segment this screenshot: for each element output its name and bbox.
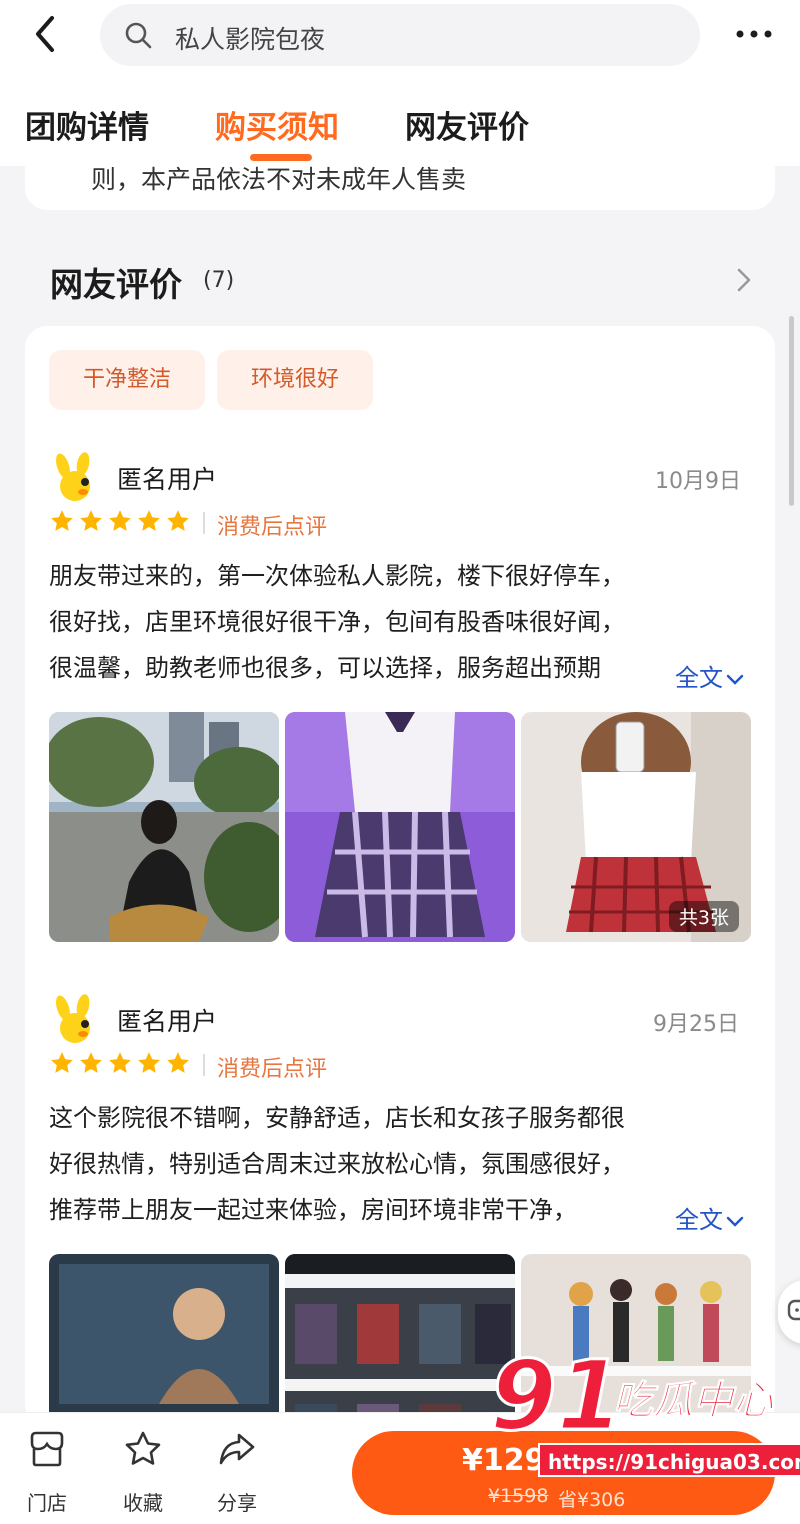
top-bar: 私人影院包夜 <box>0 0 800 70</box>
tab-deal-details[interactable]: 团购详情 <box>25 102 149 147</box>
reviews-count: (7) <box>203 268 235 293</box>
purchase-notes-text: 则，本产品依法不对未成年人售卖 <box>91 166 467 194</box>
review-text-line: 很温馨，助教老师也很多，可以选择，服务超出预期 <box>49 654 601 682</box>
search-bar[interactable]: 私人影院包夜 <box>100 4 700 66</box>
watermark-name: 吃瓜中心 <box>613 1378 774 1425</box>
review-photo[interactable] <box>285 712 515 942</box>
star-icon <box>51 1052 73 1073</box>
purchase-notes-card: 则，本产品依法不对未成年人售卖 <box>25 166 775 210</box>
full-text-link[interactable]: 全文 <box>669 1200 744 1235</box>
star-icon <box>51 510 73 531</box>
star-icon <box>125 1431 161 1465</box>
nav-store[interactable]: 门店 <box>12 1429 82 1519</box>
star-icon <box>167 1052 189 1073</box>
review-username: 匿名用户 <box>117 1007 218 1036</box>
more-button[interactable] <box>734 24 774 44</box>
watermark: 91 吃瓜中心 https://91chigua03.com <box>480 1339 800 1490</box>
scrollbar[interactable] <box>789 316 794 506</box>
star-icon <box>109 1052 131 1073</box>
nav-share[interactable]: 分享 <box>202 1429 272 1519</box>
review-text-line: 很好找，店里环境很好很干净，包间有股香味很好闻， <box>49 608 625 636</box>
review-text-line: 好很热情，特别适合周末过来放松心情，氛围感很好， <box>49 1150 625 1178</box>
review-badge: 消费后点评 <box>217 1057 328 1082</box>
star-icon <box>167 510 189 531</box>
search-text: 私人影院包夜 <box>175 25 326 54</box>
review-text-line: 推荐带上朋友一起过来体验，房间环境非常干净， <box>49 1196 577 1224</box>
chevron-down-icon <box>726 674 744 685</box>
review-text-line: 朋友带过来的，第一次体验私人影院，楼下很好停车， <box>49 562 625 590</box>
avatar <box>56 994 90 1043</box>
full-text-link[interactable]: 全文 <box>669 658 744 693</box>
reviews-title[interactable]: 网友评价 <box>50 258 182 306</box>
review-text-line: 这个影院很不错啊，安静舒适，店长和女孩子服务都很 <box>49 1104 625 1132</box>
store-icon <box>30 1431 64 1467</box>
review-date: 10月9日 <box>655 469 741 494</box>
review-photo[interactable]: 共3张 <box>521 712 751 942</box>
photo-outdoor-image <box>49 712 279 942</box>
avatar <box>56 452 90 501</box>
review-photo[interactable] <box>49 1254 279 1426</box>
tab-bar: 团购详情 购买须知 网友评价 <box>0 70 800 166</box>
tab-reviews[interactable]: 网友评价 <box>405 102 529 147</box>
star-icon <box>80 1052 102 1073</box>
full-text-label: 全文 <box>675 1206 723 1234</box>
nav-label: 分享 <box>217 1491 257 1515</box>
chevron-down-icon <box>726 1216 744 1227</box>
search-icon <box>125 22 152 49</box>
watermark-number: 91 <box>489 1339 626 1454</box>
reviews-card: 干净整洁 环境很好 匿名用户 10月9日 消费后点评 朋友带过来的，第一次体验私… <box>25 326 775 1426</box>
watermark-url: https://91chigua03.com <box>538 1443 800 1477</box>
back-button[interactable] <box>28 14 64 54</box>
share-icon <box>219 1433 255 1465</box>
star-icon <box>138 510 160 531</box>
review-badge: 消费后点评 <box>217 515 328 540</box>
nav-label: 门店 <box>27 1491 67 1515</box>
review-date: 9月25日 <box>653 1012 739 1037</box>
chat-icon <box>787 1299 800 1321</box>
chevron-right-icon[interactable] <box>735 266 753 294</box>
review-username: 匿名用户 <box>117 465 218 494</box>
review-tag[interactable]: 环境很好 <box>217 350 373 410</box>
tab-purchase-notes[interactable]: 购买须知 <box>215 102 339 147</box>
full-text-label: 全文 <box>675 664 723 692</box>
star-rating <box>49 508 191 534</box>
nav-favorite[interactable]: 收藏 <box>108 1429 178 1519</box>
divider <box>203 512 205 534</box>
review-tag[interactable]: 干净整洁 <box>49 350 205 410</box>
chevron-left-icon <box>36 16 54 52</box>
chat-button[interactable] <box>778 1280 800 1344</box>
more-dots-icon <box>736 30 772 38</box>
active-tab-indicator <box>250 154 312 161</box>
review-photo[interactable] <box>49 712 279 942</box>
photo-screen-image <box>49 1254 279 1426</box>
star-icon <box>80 510 102 531</box>
star-rating <box>49 1050 191 1076</box>
photo-uniform-image <box>285 712 515 942</box>
star-icon <box>138 1052 160 1073</box>
photo-count-badge: 共3张 <box>668 901 739 932</box>
star-icon <box>109 510 131 531</box>
nav-label: 收藏 <box>123 1491 163 1515</box>
divider <box>203 1054 205 1076</box>
